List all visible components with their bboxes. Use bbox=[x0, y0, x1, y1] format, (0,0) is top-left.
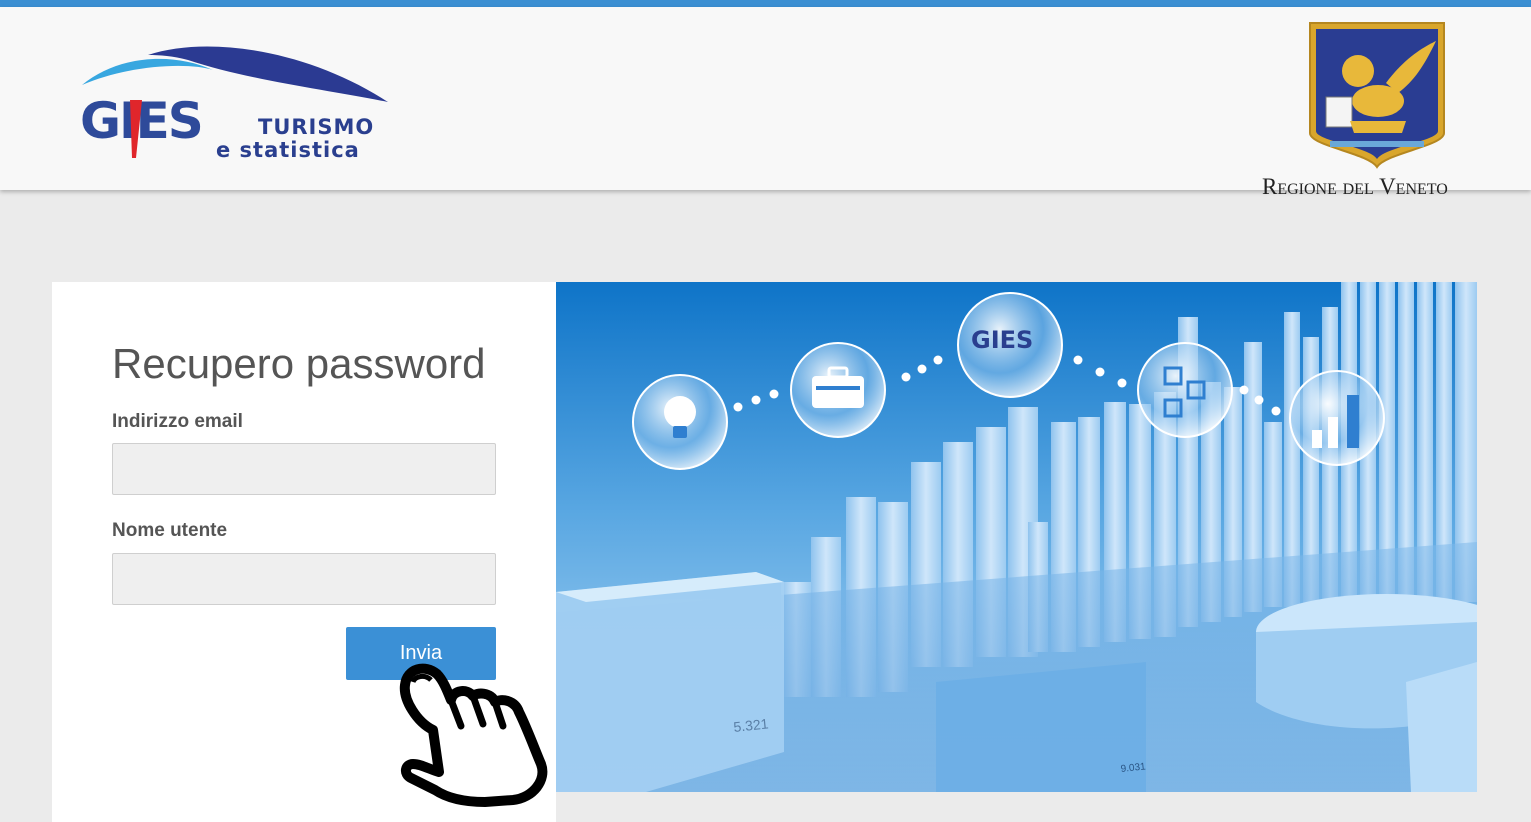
bar-chart-icon bbox=[1289, 370, 1385, 466]
page-title: Recupero password bbox=[112, 340, 486, 387]
region-crest-emblem[interactable] bbox=[1306, 21, 1448, 169]
username-label: Nome utente bbox=[112, 520, 228, 541]
submit-button[interactable]: Invia bbox=[346, 627, 496, 680]
gies-tagline-line1: TURISMO bbox=[258, 115, 375, 139]
lightbulb-icon bbox=[632, 374, 728, 470]
email-label: Indirizzo email bbox=[112, 411, 243, 432]
top-accent-bar bbox=[0, 0, 1531, 7]
email-field[interactable] bbox=[112, 443, 496, 495]
gies-tagline-line2: e statistica bbox=[216, 138, 360, 162]
network-icon bbox=[1137, 342, 1233, 438]
hero-banner-image: 5.321 9.031 GIES bbox=[556, 282, 1477, 792]
username-field[interactable] bbox=[112, 553, 496, 605]
region-name: Regione del Veneto bbox=[1262, 174, 1448, 199]
hero-logo-text: GIES bbox=[971, 326, 1033, 354]
site-header: GIES TURISMO e statistica Regione del Ve… bbox=[0, 7, 1531, 199]
password-recovery-card: Recupero password Indirizzo email Nome u… bbox=[52, 282, 556, 822]
gies-logo-icon: GIES bbox=[957, 292, 1063, 398]
briefcase-icon bbox=[790, 342, 886, 438]
